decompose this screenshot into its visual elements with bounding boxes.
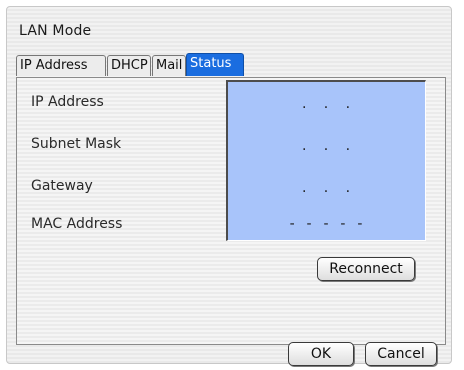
ip-address-value: . . . bbox=[301, 96, 352, 112]
subnet-mask-value: . . . bbox=[301, 138, 352, 154]
subnet-mask-label: Subnet Mask bbox=[31, 136, 122, 152]
ip-address-label: IP Address bbox=[31, 94, 104, 110]
tab-status[interactable]: Status bbox=[186, 53, 244, 76]
reconnect-button[interactable]: Reconnect bbox=[317, 257, 415, 281]
tab-dhcp[interactable]: DHCP bbox=[107, 55, 151, 76]
tab-ip-address[interactable]: IP Address bbox=[16, 55, 106, 76]
gateway-label: Gateway bbox=[31, 178, 93, 194]
mac-address-label: MAC Address bbox=[31, 216, 123, 232]
status-values-box: . . . . . . . . . - - - - - bbox=[226, 80, 426, 241]
mac-address-value: - - - - - bbox=[289, 216, 364, 232]
gateway-value: . . . bbox=[301, 180, 352, 196]
cancel-button[interactable]: Cancel bbox=[365, 342, 437, 366]
dialog-title: LAN Mode bbox=[19, 23, 92, 39]
ok-button[interactable]: OK bbox=[288, 342, 354, 366]
tab-mail[interactable]: Mail bbox=[152, 55, 186, 76]
